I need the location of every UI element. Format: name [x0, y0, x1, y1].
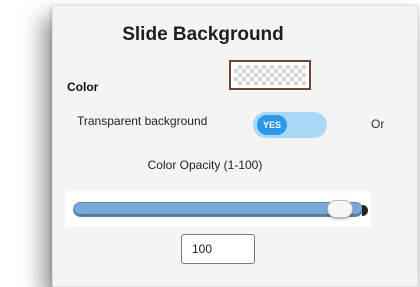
slide-background-panel: Slide Background Color Transparent backg…: [52, 5, 418, 287]
color-label: Color: [67, 80, 99, 94]
opacity-input[interactable]: [181, 234, 255, 264]
opacity-slider-track[interactable]: [73, 202, 368, 217]
or-label: Or: [371, 117, 385, 131]
slider-end-cap: [362, 205, 368, 216]
transparent-background-toggle[interactable]: YES: [253, 112, 327, 138]
toggle-state-label: YES: [257, 115, 287, 135]
color-opacity-label: Color Opacity (1-100): [147, 158, 263, 172]
transparent-background-label: Transparent background: [77, 114, 208, 128]
panel-title: Slide Background: [122, 24, 284, 45]
color-swatch-button[interactable]: [229, 60, 311, 90]
opacity-slider-thumb[interactable]: [327, 200, 353, 218]
opacity-slider-area: [65, 191, 371, 227]
transparent-checker-pattern: [234, 65, 306, 85]
